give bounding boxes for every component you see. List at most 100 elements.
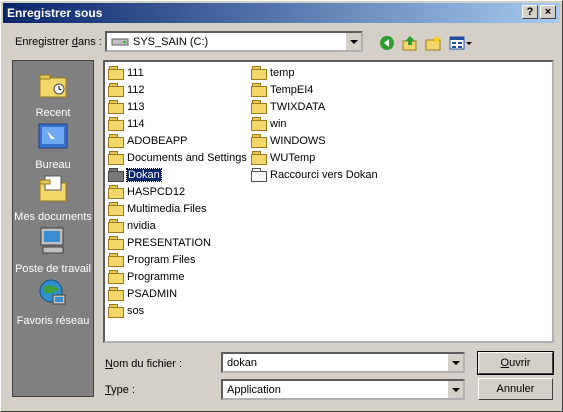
title-bar[interactable]: Enregistrer sous ? × [3, 3, 560, 23]
file-list-item[interactable]: 113 [108, 99, 145, 114]
file-list-item[interactable]: Raccourci vers Dokan [251, 167, 378, 182]
folder-icon [108, 304, 124, 318]
recent-folder-icon [39, 74, 67, 98]
file-list-item[interactable]: 112 [108, 82, 145, 97]
save-in-value: SYS_SAIN (C:) [133, 36, 209, 48]
file-name: PRESENTATION [127, 236, 211, 249]
place-my-documents[interactable]: Mes documents [13, 173, 93, 223]
file-list-item-selected[interactable]: Dokan [108, 167, 162, 182]
up-folder-icon [402, 36, 417, 51]
file-name: PSADMIN [127, 287, 178, 300]
folder-icon [108, 219, 124, 233]
file-name: 113 [127, 100, 145, 113]
file-name: Documents and Settings [127, 151, 247, 164]
filename-dropdown-arrow[interactable] [447, 354, 463, 371]
my-computer-icon [40, 227, 64, 254]
place-my-documents-label: Mes documents [14, 211, 92, 223]
place-my-computer[interactable]: Poste de travail [13, 225, 93, 275]
file-list-item[interactable]: Programme [108, 269, 184, 284]
filetype-dropdown-arrow[interactable] [447, 381, 463, 398]
file-name: TWIXDATA [270, 100, 326, 113]
folder-icon [251, 66, 267, 80]
views-menu-icon [449, 36, 472, 50]
folder-icon [251, 134, 267, 148]
file-list-item[interactable]: WINDOWS [251, 133, 326, 148]
folder-icon [108, 117, 124, 131]
file-list-item[interactable]: Multimedia Files [108, 201, 206, 216]
folder-icon [108, 151, 124, 165]
place-my-computer-label: Poste de travail [15, 263, 91, 275]
file-name: Raccourci vers Dokan [270, 168, 378, 181]
file-name: 114 [127, 117, 145, 130]
file-list-item[interactable]: TWIXDATA [251, 99, 325, 114]
place-desktop[interactable]: Bureau [13, 121, 93, 171]
file-list-item[interactable]: sos [108, 303, 144, 318]
file-name: Multimedia Files [127, 202, 207, 215]
file-list-item[interactable]: WUTemp [251, 150, 315, 165]
place-network-label: Favoris réseau [16, 315, 90, 327]
filename-value: dokan [227, 357, 257, 369]
file-name: ADOBEAPP [127, 134, 188, 147]
file-list-item[interactable]: Documents and Settings [108, 150, 247, 165]
my-documents-icon [39, 175, 67, 202]
folder-icon [108, 270, 124, 284]
file-list-item[interactable]: nvidia [108, 218, 156, 233]
place-network[interactable]: Favoris réseau [13, 277, 93, 327]
new-folder-icon [425, 35, 441, 51]
new-folder-button[interactable] [423, 33, 443, 53]
drive-icon [111, 38, 129, 46]
close-button[interactable]: × [540, 5, 556, 19]
file-list-item[interactable]: TempEI4 [251, 82, 313, 97]
up-folder-button[interactable] [400, 33, 420, 53]
open-button[interactable]: Ouvrir [477, 351, 554, 375]
folder-icon [108, 287, 124, 301]
folder-icon [251, 151, 267, 165]
file-name: WINDOWS [270, 134, 326, 147]
filename-label: Nom du fichier : [105, 358, 183, 370]
back-button[interactable] [377, 33, 397, 53]
views-menu-button[interactable] [448, 33, 474, 53]
folder-icon [108, 66, 124, 80]
folder-icon [108, 236, 124, 250]
file-name: sos [127, 304, 145, 317]
folder-icon [251, 83, 267, 97]
file-name: TempEI4 [270, 83, 314, 96]
file-name: win [270, 117, 287, 130]
save-in-dropdown-arrow[interactable] [345, 33, 361, 50]
file-name: 111 [127, 66, 144, 79]
folder-icon [251, 117, 267, 131]
file-name: Program Files [127, 253, 196, 266]
place-recent[interactable]: Recent [13, 69, 93, 119]
dialog-title: Enregistrer sous [7, 6, 103, 20]
save-as-dialog: Enregistrer sous ? × Enregistrer dans : … [0, 0, 563, 412]
file-list-item[interactable]: PRESENTATION [108, 235, 211, 250]
file-name: Dokan [126, 167, 162, 182]
file-list-item[interactable]: HASPCD12 [108, 184, 185, 199]
file-list-item[interactable]: ADOBEAPP [108, 133, 188, 148]
file-list-item[interactable]: PSADMIN [108, 286, 177, 301]
folder-icon [108, 202, 124, 216]
place-recent-label: Recent [35, 107, 71, 119]
file-name: nvidia [127, 219, 156, 232]
file-list-item[interactable]: Program Files [108, 252, 195, 267]
file-list-item[interactable]: temp [251, 65, 294, 80]
folder-icon [108, 134, 124, 148]
file-list-item[interactable]: 114 [108, 116, 145, 131]
folder-icon [108, 253, 124, 267]
cancel-button[interactable]: Annuler [478, 378, 553, 400]
filetype-value: Application [227, 384, 281, 396]
file-name: temp [270, 66, 295, 79]
folder-icon [108, 100, 124, 114]
help-button[interactable]: ? [522, 5, 538, 19]
network-places-icon [39, 279, 66, 305]
filetype-dropdown[interactable]: Application [221, 379, 465, 400]
filename-input[interactable]: dokan [221, 352, 465, 373]
file-list-item[interactable]: 111 [108, 65, 144, 80]
folder-icon [108, 185, 124, 199]
places-bar: Recent Bureau Mes documents Poste de tra… [12, 60, 94, 397]
save-in-dropdown[interactable]: SYS_SAIN (C:) [105, 31, 363, 52]
file-list[interactable]: 111 112 113 114 ADOBEAPP Documents and Settin… [103, 60, 554, 343]
folder-icon [108, 168, 124, 182]
file-name: WUTemp [270, 151, 316, 164]
file-list-item[interactable]: win [251, 116, 287, 131]
